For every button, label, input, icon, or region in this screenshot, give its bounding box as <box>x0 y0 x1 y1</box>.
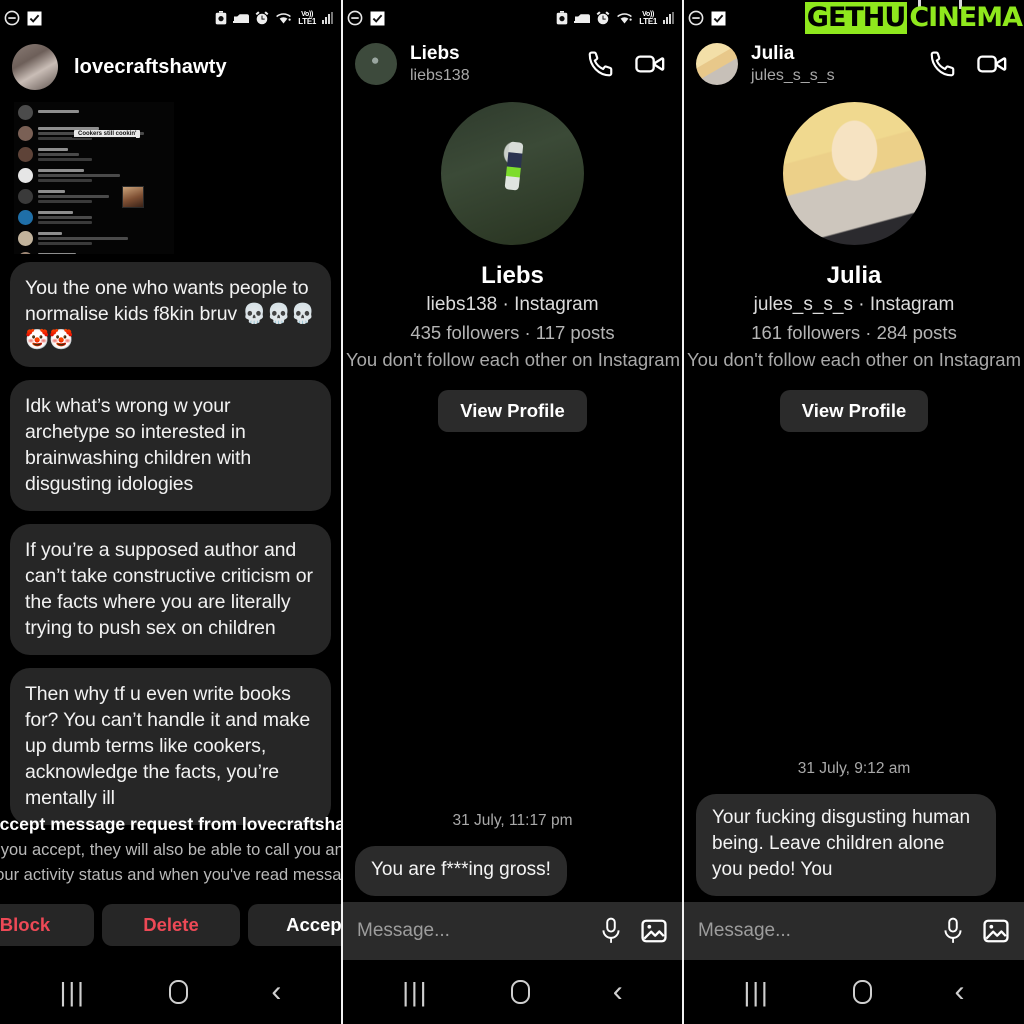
shared-screenshot-attachment[interactable]: Cookers still cookin' <box>14 102 174 254</box>
checkbox-icon <box>27 11 42 26</box>
voice-call-icon[interactable] <box>586 49 616 79</box>
profile-picture[interactable] <box>782 102 926 245</box>
gallery-icon[interactable] <box>982 917 1010 945</box>
request-subtitle-line1: If you accept, they will also be able to… <box>0 841 341 859</box>
wifi-icon <box>616 12 633 25</box>
android-navigation-bar: ||| ‹ <box>0 960 341 1024</box>
avatar[interactable] <box>12 44 58 90</box>
page-title: lovecraftshawty <box>74 55 227 78</box>
bedtime-icon <box>233 12 250 25</box>
watermark-part-2: CINEMA <box>909 2 1023 33</box>
watermark-part-1: GETHU <box>804 2 908 34</box>
bedtime-icon <box>574 12 591 25</box>
signal-bars-icon <box>663 11 674 24</box>
accept-button[interactable]: Accept <box>248 904 341 946</box>
wifi-icon <box>275 12 292 25</box>
profile-card: Julia jules_s_s_s · Instagram 161 follow… <box>684 94 1024 432</box>
android-navigation-bar: ||| ‹ <box>343 960 682 1024</box>
block-button[interactable]: Block <box>0 904 94 946</box>
video-call-icon[interactable] <box>634 48 666 80</box>
message-bubble[interactable]: Idk what’s wrong w your archetype so int… <box>10 380 331 511</box>
message-input[interactable]: Message... <box>698 920 924 942</box>
avatar[interactable] <box>696 43 738 85</box>
dnd-minus-icon <box>4 10 20 26</box>
volte-indicator: Vo)) LTE1 <box>639 11 657 26</box>
recents-button[interactable]: ||| <box>743 979 769 1005</box>
recents-button[interactable]: ||| <box>402 979 428 1005</box>
back-button[interactable]: ‹ <box>613 977 623 1007</box>
message-input-bar[interactable]: Message... <box>343 902 682 960</box>
recents-button[interactable]: ||| <box>60 979 86 1005</box>
chat-header: Liebs liebs138 <box>343 36 682 94</box>
chat-message-area: 31 July, 9:12 am Your fucking disgusting… <box>684 760 1024 896</box>
alarm-icon <box>596 11 610 25</box>
volte-indicator: Vo)) LTE1 <box>298 11 316 26</box>
chat-message-area: 31 July, 11:17 pm You are f***ing gross! <box>343 812 682 896</box>
strike-through-line <box>72 137 136 138</box>
profile-stats: 161 followers · 284 posts <box>751 322 957 343</box>
contact-handle: liebs138 <box>410 67 470 84</box>
battery-saver-icon <box>215 11 227 25</box>
message-bubble[interactable]: Then why tf u even write books for? You … <box>10 668 331 825</box>
dnd-minus-icon <box>688 10 704 26</box>
comment-thumbnail <box>122 186 144 208</box>
message-timestamp: 31 July, 11:17 pm <box>452 812 573 829</box>
checkbox-icon <box>370 11 385 26</box>
message-bubble[interactable]: If you’re a supposed author and can’t ta… <box>10 524 331 655</box>
message-timestamp: 31 July, 9:12 am <box>797 760 911 777</box>
request-subtitle-line2: your activity status and when you've rea… <box>0 866 341 884</box>
profile-follow-info: You don't follow each other on Instagram <box>686 349 1021 370</box>
message-input[interactable]: Message... <box>357 920 582 942</box>
android-navigation-bar: ||| ‹ <box>684 960 1024 1024</box>
status-bar: Vo)) LTE1 <box>343 0 682 36</box>
back-button[interactable]: ‹ <box>955 977 965 1007</box>
voice-call-icon[interactable] <box>928 49 958 79</box>
home-button[interactable] <box>169 980 189 1004</box>
panel-message-request: Vo)) LTE1 lovecraftshawty Cookers still … <box>0 0 341 1024</box>
three-panel-screenshot-collage: Vo)) LTE1 lovecraftshawty Cookers still … <box>0 0 1024 1024</box>
message-bubble[interactable]: Your fucking disgusting human being. Lea… <box>696 794 996 896</box>
message-list: You the one who wants people to normalis… <box>0 262 341 825</box>
message-bubble[interactable]: You the one who wants people to normalis… <box>10 262 331 367</box>
checkbox-icon <box>711 11 726 26</box>
profile-card: Liebs liebs138 · Instagram 435 followers… <box>343 94 682 432</box>
panel-chat-liebs: Vo)) LTE1 Liebs liebs138 Liebs liebs138 … <box>341 0 682 1024</box>
contact-name: Julia <box>751 43 795 64</box>
profile-handle-line: jules_s_s_s · Instagram <box>753 294 955 315</box>
profile-follow-info: You don't follow each other on Instagram <box>345 349 680 370</box>
message-bubble[interactable]: You are f***ing gross! <box>355 846 567 896</box>
home-button[interactable] <box>852 980 872 1004</box>
profile-name: Julia <box>826 262 882 289</box>
microphone-icon[interactable] <box>598 917 624 945</box>
signal-bars-icon <box>322 11 333 24</box>
status-bar: Vo)) LTE1 <box>0 0 341 36</box>
alarm-icon <box>255 11 269 25</box>
contact-name: Liebs <box>410 43 460 64</box>
profile-name: Liebs <box>481 262 544 289</box>
video-call-icon[interactable] <box>976 48 1008 80</box>
delete-button[interactable]: Delete <box>102 904 240 946</box>
gallery-icon[interactable] <box>640 917 668 945</box>
view-profile-button[interactable]: View Profile <box>438 390 587 432</box>
avatar[interactable] <box>355 43 397 85</box>
view-profile-button[interactable]: View Profile <box>779 390 929 432</box>
contact-handle: jules_s_s_s <box>751 67 835 84</box>
panel-chat-julia: GETHU CINEMA Julia jules_s_s_s Julia jul… <box>682 0 1024 1024</box>
gethu-cinema-watermark: GETHU CINEMA <box>804 2 1024 34</box>
message-input-bar[interactable]: Message... <box>684 902 1024 960</box>
profile-handle-line: liebs138 · Instagram <box>426 294 599 315</box>
request-title: Accept message request from lovecraftsha… <box>0 814 341 834</box>
conversation-header[interactable]: lovecraftshawty <box>0 36 341 100</box>
back-button[interactable]: ‹ <box>271 977 281 1007</box>
dnd-minus-icon <box>347 10 363 26</box>
microphone-icon[interactable] <box>940 917 966 945</box>
home-button[interactable] <box>511 980 531 1004</box>
chat-header: Julia jules_s_s_s <box>684 36 1024 94</box>
profile-stats: 435 followers · 117 posts <box>410 322 615 343</box>
message-request-prompt: Accept message request from lovecraftsha… <box>0 811 341 960</box>
profile-picture[interactable] <box>441 102 584 245</box>
battery-saver-icon <box>556 11 568 25</box>
